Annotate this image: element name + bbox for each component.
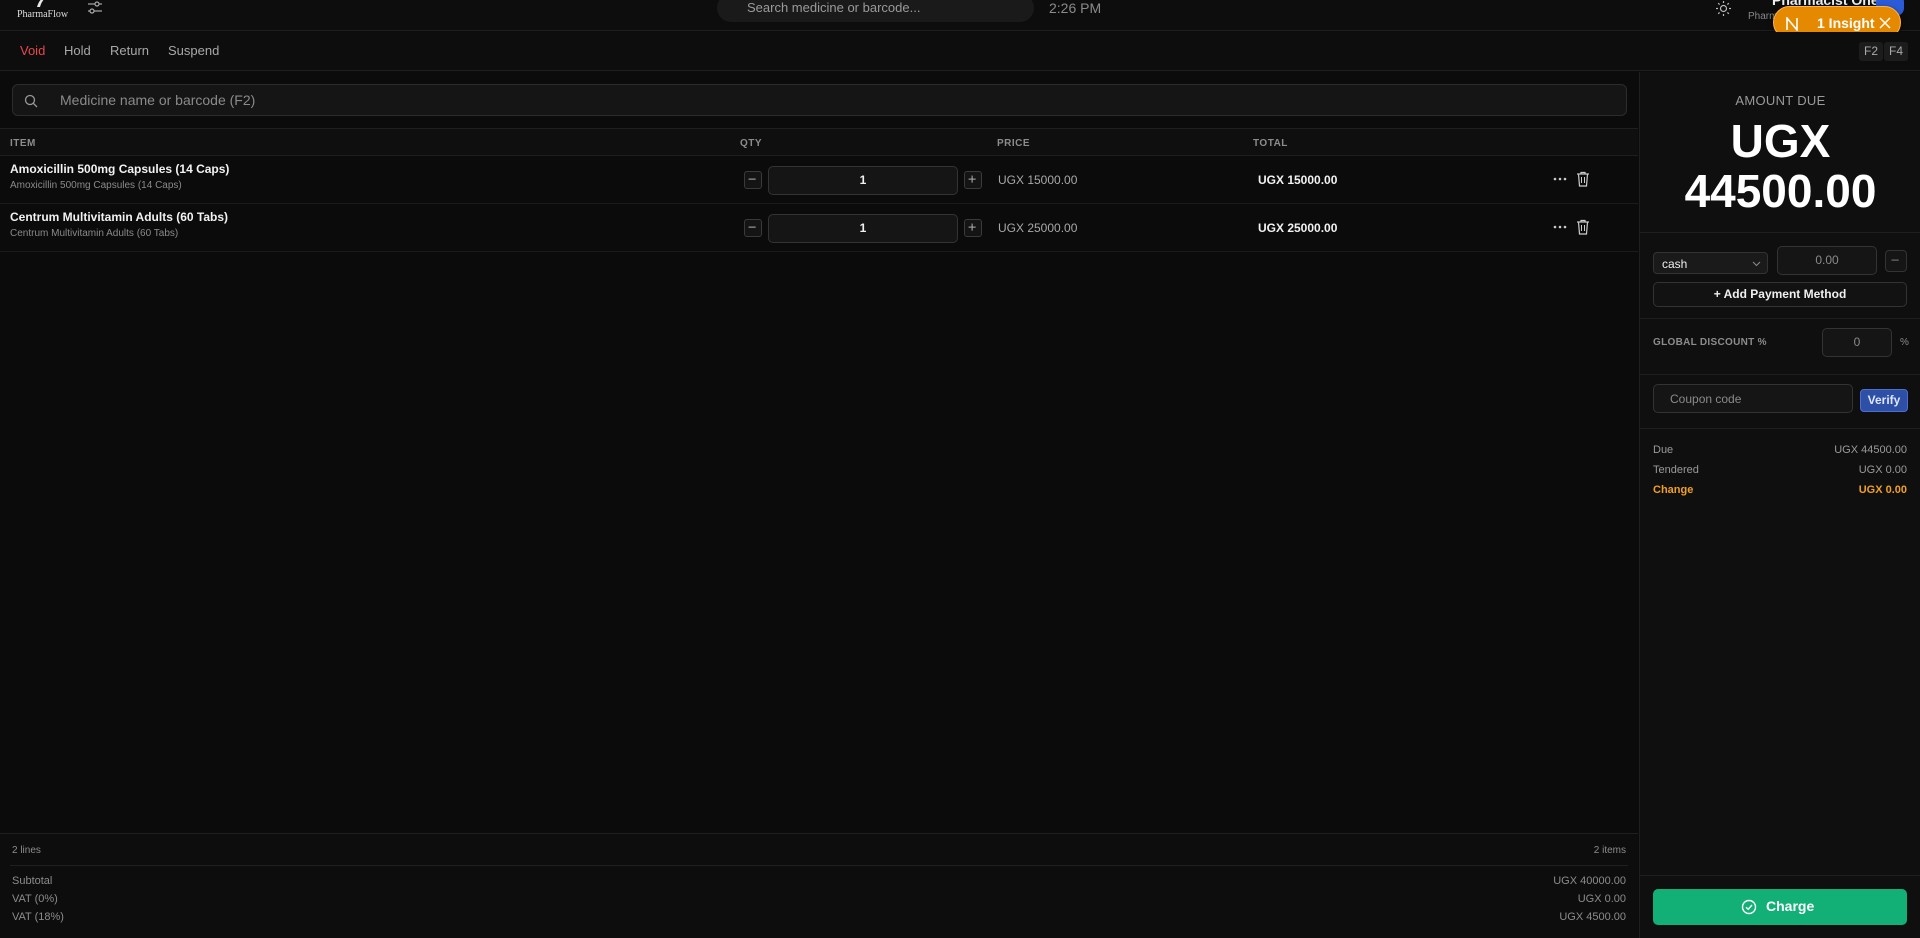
vat18-label: VAT (18%) — [12, 911, 64, 923]
line-count: 2 lines — [12, 845, 41, 856]
item-name: Amoxicillin 500mg Capsules (14 Caps) — [10, 162, 230, 176]
due-label: Due — [1653, 444, 1674, 456]
vat0-value: UGX 0.00 — [1577, 893, 1626, 905]
vat18-value: UGX 4500.00 — [1559, 911, 1626, 923]
subtotal-label: Subtotal — [12, 875, 53, 887]
cart-area: ITEM QTY PRICE TOTAL Amoxicillin 500mg C… — [0, 72, 1638, 938]
item-subtitle: Centrum Multivitamin Adults (60 Tabs) — [10, 228, 179, 239]
table-row: Centrum Multivitamin Adults (60 Tabs) Ce… — [0, 204, 1638, 252]
qty-decrement-button[interactable] — [744, 171, 762, 189]
return-button[interactable]: Return — [110, 43, 149, 58]
panel-divider — [1640, 232, 1920, 233]
add-payment-method-button[interactable]: + Add Payment Method — [1653, 282, 1907, 307]
item-total: UGX 25000.00 — [1258, 221, 1338, 235]
qty-increment-button[interactable] — [964, 171, 982, 189]
more-options-icon[interactable] — [1553, 222, 1567, 232]
top-bar: PharmaFlow Search medicine or barcode...… — [0, 0, 1920, 31]
panel-divider — [1640, 374, 1920, 375]
change-label: Change — [1653, 484, 1694, 496]
check-circle-icon — [1741, 899, 1757, 915]
qty-input[interactable]: 1 — [768, 166, 958, 195]
close-icon[interactable] — [1879, 17, 1891, 29]
medicine-search[interactable] — [12, 84, 1627, 116]
search-icon — [24, 94, 38, 108]
tendered-value: UGX 0.00 — [1858, 464, 1907, 476]
filter-settings-icon[interactable] — [87, 1, 103, 15]
subtotal-value: UGX 40000.00 — [1553, 875, 1626, 887]
chevron-down-icon — [1752, 261, 1761, 267]
suspend-button[interactable]: Suspend — [168, 43, 219, 58]
void-button[interactable]: Void — [20, 43, 45, 58]
cart-table-header: ITEM QTY PRICE TOTAL — [0, 128, 1638, 156]
sun-icon[interactable] — [1715, 0, 1732, 17]
discount-unit: % — [1900, 337, 1909, 348]
remove-payment-button[interactable] — [1885, 250, 1907, 272]
action-bar: Void Hold Return Suspend F2 F4 — [0, 32, 1920, 71]
hold-button[interactable]: Hold — [64, 43, 91, 58]
payment-panel: AMOUNT DUE UGX 44500.00 cash 0.00 + Add … — [1639, 72, 1920, 938]
app-logo[interactable]: PharmaFlow — [15, 0, 69, 22]
qty-decrement-button[interactable] — [744, 219, 762, 237]
item-price: UGX 15000.00 — [998, 173, 1078, 187]
col-total: TOTAL — [1253, 138, 1288, 149]
medicine-search-input[interactable] — [60, 85, 1600, 115]
amount-due-label: AMOUNT DUE — [1735, 93, 1826, 108]
global-search-placeholder: Search medicine or barcode... — [747, 0, 921, 15]
coupon-field[interactable] — [1653, 384, 1853, 413]
plus-icon — [968, 223, 976, 231]
col-item: ITEM — [10, 138, 36, 149]
col-qty: QTY — [740, 138, 763, 149]
insight-n-icon — [1786, 17, 1798, 31]
item-count: 2 items — [1593, 845, 1626, 856]
coupon-input[interactable] — [1670, 385, 1845, 412]
global-discount-input[interactable]: 0 — [1822, 328, 1892, 357]
qty-input[interactable]: 1 — [768, 214, 958, 243]
col-price: PRICE — [997, 138, 1031, 149]
item-price: UGX 25000.00 — [998, 221, 1078, 235]
payment-amount-input[interactable]: 0.00 — [1777, 246, 1877, 275]
tendered-label: Tendered — [1653, 464, 1699, 476]
brand-name: PharmaFlow — [17, 9, 69, 20]
vat0-label: VAT (0%) — [12, 893, 58, 905]
minus-icon — [748, 178, 756, 180]
clock: 2:26 PM — [1049, 0, 1102, 16]
logo-mark-icon — [37, 0, 44, 7]
due-value: UGX 44500.00 — [1834, 444, 1907, 456]
minus-icon — [748, 226, 756, 228]
amount-due-value: UGX 44500.00 — [1684, 115, 1877, 217]
global-discount-label: GLOBAL DISCOUNT % — [1653, 337, 1767, 348]
item-name: Centrum Multivitamin Adults (60 Tabs) — [10, 210, 229, 224]
item-subtitle: Amoxicillin 500mg Capsules (14 Caps) — [10, 180, 182, 191]
insight-label: 1 Insight — [1817, 15, 1875, 31]
payment-method-select[interactable]: cash — [1653, 252, 1768, 274]
trash-icon[interactable] — [1576, 219, 1590, 235]
verify-coupon-button[interactable]: Verify — [1860, 389, 1908, 412]
item-total: UGX 15000.00 — [1258, 173, 1338, 187]
charge-button[interactable]: Charge — [1653, 889, 1907, 925]
shortcut-f4: F4 — [1884, 42, 1909, 61]
qty-increment-button[interactable] — [964, 219, 982, 237]
panel-divider — [1640, 428, 1920, 429]
plus-icon — [968, 175, 976, 183]
table-row: Amoxicillin 500mg Capsules (14 Caps) Amo… — [0, 156, 1638, 204]
more-options-icon[interactable] — [1553, 174, 1567, 184]
trash-icon[interactable] — [1576, 171, 1590, 187]
panel-divider — [1640, 318, 1920, 319]
shortcut-f2: F2 — [1859, 42, 1884, 61]
minus-icon — [1891, 259, 1899, 261]
global-search-input[interactable]: Search medicine or barcode... — [717, 0, 1034, 22]
cart-footer: 2 lines 2 items Subtotal UGX 40000.00 VA… — [0, 833, 1638, 938]
payment-method-value: cash — [1662, 257, 1688, 271]
change-value: UGX 0.00 — [1858, 484, 1907, 496]
charge-label: Charge — [1766, 898, 1815, 914]
footer-divider — [10, 865, 1628, 866]
panel-divider — [1640, 875, 1920, 876]
